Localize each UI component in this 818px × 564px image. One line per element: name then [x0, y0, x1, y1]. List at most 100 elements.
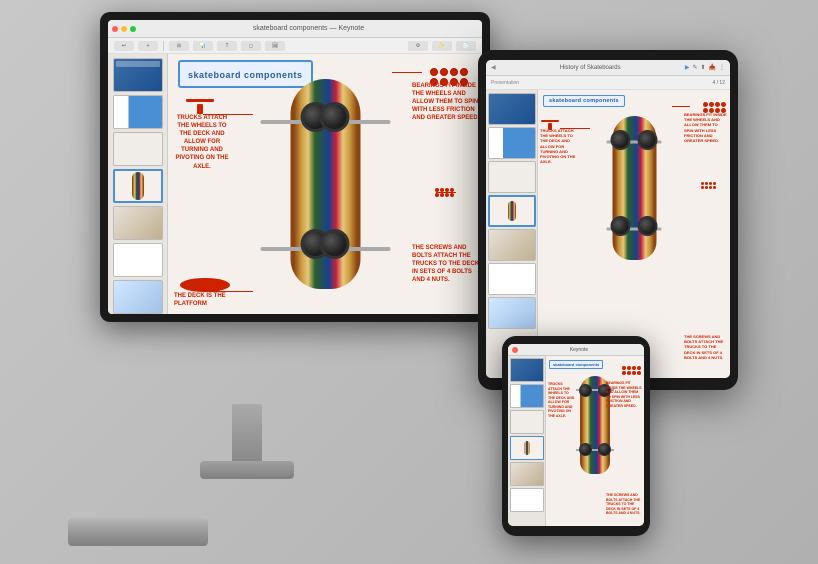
tablet-main-area[interactable]: skateboard components — [538, 90, 730, 378]
connector-line-deck — [203, 291, 253, 292]
annotation-screws: THE SCREWS AND BOLTS ATTACH THE TRUCKS T… — [412, 244, 480, 284]
connector-line-bearings — [392, 72, 422, 73]
phone-annotation-bearings: BEARINGS FIT INSIDE THE WHEELS AND ALLOW… — [606, 381, 642, 408]
phone-thumb-3[interactable] — [510, 410, 544, 434]
phone-thumb-4-active[interactable] — [510, 436, 544, 460]
tablet-play-btn[interactable]: ▶ — [685, 64, 690, 71]
phone-thumb-5[interactable] — [510, 462, 544, 486]
tablet-wheel-tl — [611, 130, 631, 150]
trucks-bar-top — [186, 99, 214, 102]
tablet-skateboard — [607, 108, 662, 268]
slide-thumb-5[interactable] — [113, 206, 163, 240]
tablet-thumb-4-active[interactable] — [488, 195, 536, 227]
tablet-btn5[interactable]: ⋮ — [719, 64, 725, 71]
tablet-page-indicator: 4 / 12 — [712, 80, 725, 86]
slide-thumb-2[interactable] — [113, 95, 163, 129]
toolbar-shape[interactable]: ◻ — [241, 41, 261, 51]
tablet-connector-bearings — [672, 106, 690, 107]
minimize-button[interactable] — [121, 26, 127, 32]
phone-wheel-br — [598, 443, 611, 456]
bearing-dot — [430, 68, 438, 76]
window-title: skateboard components — Keynote — [139, 25, 478, 32]
screw-dot — [450, 193, 454, 197]
slide-thumb-4-active[interactable] — [113, 169, 163, 203]
phone-thumb-2[interactable] — [510, 384, 544, 408]
toolbar-undo[interactable]: ↩ — [114, 41, 134, 51]
tablet-title: History of Skateboards — [496, 65, 685, 71]
phone-annotation-trucks: TRUCKS ATTACH THE WHEELS TO THE DECK AND… — [548, 382, 576, 418]
close-button[interactable] — [112, 26, 118, 32]
phone: Keynote — [502, 336, 650, 536]
phone-slide-title: skateboard components — [549, 360, 603, 369]
wheel-top-right — [320, 102, 350, 132]
tablet-bearing-dot — [709, 102, 714, 107]
tablet-btn2[interactable]: ✎ — [692, 64, 697, 71]
toolbar-document[interactable]: 📄 — [456, 41, 476, 51]
tablet-bearing-dot — [721, 102, 726, 107]
monitor-screen: skateboard components — Keynote ↩ + ⊞ 📊 … — [108, 20, 482, 314]
tablet-thumb-6[interactable] — [488, 263, 536, 295]
toolbar-media[interactable]: 🖼 — [265, 41, 285, 51]
toolbar-format[interactable]: ⚙ — [408, 41, 428, 51]
tablet-thumb-1[interactable] — [488, 93, 536, 125]
phone-wheel-bl — [579, 443, 592, 456]
tablet-content: skateboard components — [486, 90, 730, 378]
slide-thumb-1[interactable] — [113, 58, 163, 92]
tablet-screen: ◀ History of Skateboards ▶ ✎ ⬆ 📥 ⋮ Prese… — [486, 60, 730, 378]
tablet-btn4[interactable]: 📥 — [709, 64, 716, 71]
deck-oval-icon — [180, 278, 230, 292]
tablet-thumb-2[interactable] — [488, 127, 536, 159]
phone-topbar: Keynote — [508, 344, 644, 356]
tablet-bearing-dot — [703, 102, 708, 107]
mac-mini — [68, 518, 208, 546]
phone-thumb-1[interactable] — [510, 358, 544, 382]
tablet-toolbar: Presentation 4 / 12 — [486, 76, 730, 90]
phone-slide-panel — [508, 356, 546, 526]
phone-annotation-screws: THE SCREWS AND BOLTS ATTACH THE TRUCKS T… — [606, 493, 642, 516]
bearing-dot — [460, 68, 468, 76]
tablet-toolbar-buttons: ▶ ✎ ⬆ 📥 ⋮ — [685, 64, 725, 71]
monitor-toolbar: ↩ + ⊞ 📊 T ◻ 🖼 ⚙ ✨ 📄 — [108, 38, 482, 54]
phone-title: Keynote — [518, 347, 640, 353]
tablet-thumb-5[interactable] — [488, 229, 536, 261]
tablet-thumb-7[interactable] — [488, 297, 536, 329]
slide-panel — [108, 54, 168, 314]
phone-thumb-6[interactable] — [510, 488, 544, 512]
slide-thumb-6[interactable] — [113, 243, 163, 277]
toolbar-text[interactable]: T — [217, 41, 237, 51]
phone-bearings — [622, 366, 641, 375]
toolbar-animate[interactable]: ✨ — [432, 41, 452, 51]
bearing-dot — [450, 68, 458, 76]
slide-thumb-3[interactable] — [113, 132, 163, 166]
tablet-slide-title: skateboard components — [543, 95, 625, 107]
monitor-topbar: skateboard components — Keynote — [108, 20, 482, 38]
tablet-bearing-dot — [715, 102, 720, 107]
slide-main-area[interactable]: skateboard components — [168, 54, 482, 314]
trucks-stem — [197, 104, 203, 114]
toolbar-add[interactable]: + — [138, 41, 158, 51]
tablet-annotation-trucks: TRUCKS ATTACH THE WHEELS TO THE DECK AND… — [540, 128, 576, 164]
tablet-thumb-3[interactable] — [488, 161, 536, 193]
annotation-bearings: BEARINGS FIT INSIDE THE WHEELS AND ALLOW… — [412, 82, 480, 122]
phone-content: skateboard components — [508, 356, 644, 526]
maximize-button[interactable] — [130, 26, 136, 32]
tablet-wheel-br — [638, 216, 658, 236]
tablet-btn3[interactable]: ⬆ — [700, 64, 705, 71]
screw-dot — [440, 193, 444, 197]
screw-dot — [445, 193, 449, 197]
annotation-deck: THE DECK IS THE PLATFORM — [174, 292, 230, 308]
phone-main-area[interactable]: skateboard components — [546, 356, 644, 526]
toolbar-table[interactable]: ⊞ — [169, 41, 189, 51]
tablet-topbar: ◀ History of Skateboards ▶ ✎ ⬆ 📥 ⋮ — [486, 60, 730, 76]
skateboard — [283, 64, 368, 304]
tablet-wheel-bl — [611, 216, 631, 236]
slide-thumb-7[interactable] — [113, 280, 163, 314]
annotation-trucks: TRUCKS ATTACH THE WHEELS TO THE DECK AND… — [174, 114, 230, 171]
phone-wheel-tl — [579, 384, 592, 397]
tablet-annotation-screws: THE SCREWS AND BOLTS ATTACH THE TRUCKS T… — [684, 334, 728, 360]
bearing-dot — [440, 68, 448, 76]
toolbar-chart[interactable]: 📊 — [193, 41, 213, 51]
tablet-wheel-tr — [638, 130, 658, 150]
monitor-stand-base — [200, 461, 294, 479]
phone-screen: Keynote — [508, 344, 644, 526]
